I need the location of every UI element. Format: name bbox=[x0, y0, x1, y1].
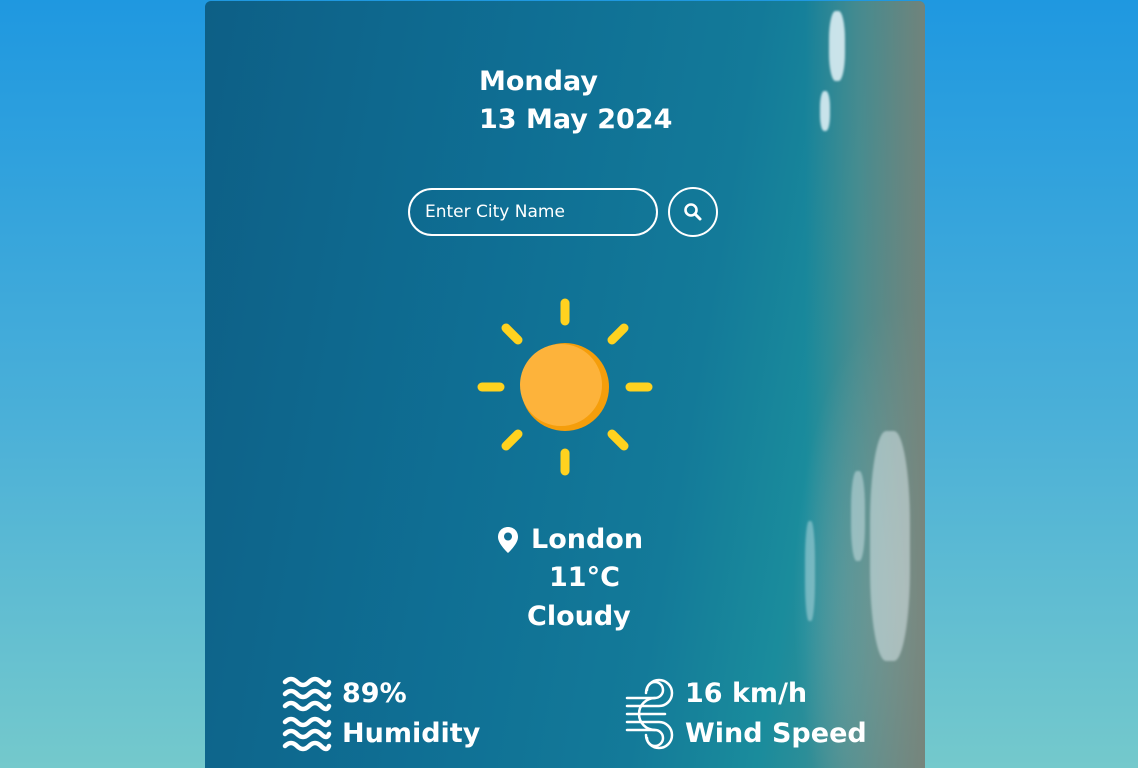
day-label: Monday bbox=[479, 66, 598, 97]
humidity-label: Humidity bbox=[342, 718, 481, 749]
foam-decoration bbox=[851, 471, 865, 561]
date-label: 13 May 2024 bbox=[479, 104, 673, 135]
wind-stat: 16 km/h Wind Speed bbox=[625, 674, 867, 754]
city-search-input[interactable] bbox=[408, 188, 658, 236]
city-name: London bbox=[531, 524, 644, 555]
sun-icon bbox=[477, 298, 653, 476]
wind-icon bbox=[625, 678, 674, 750]
weather-card: Monday 13 May 2024 Londo bbox=[205, 1, 925, 768]
search-bar bbox=[408, 187, 718, 237]
foam-decoration bbox=[829, 11, 845, 81]
search-icon bbox=[684, 203, 702, 221]
waves-icon bbox=[282, 676, 332, 752]
wind-label: Wind Speed bbox=[685, 718, 867, 749]
search-button[interactable] bbox=[668, 187, 718, 237]
humidity-value: 89% bbox=[342, 678, 407, 709]
foam-decoration bbox=[805, 521, 815, 621]
location: London bbox=[497, 524, 643, 555]
wind-value: 16 km/h bbox=[685, 678, 808, 709]
date-block: Monday 13 May 2024 bbox=[479, 63, 672, 139]
foam-decoration bbox=[870, 431, 910, 661]
weather-condition: Cloudy bbox=[527, 601, 631, 632]
foam-decoration bbox=[820, 91, 830, 131]
humidity-stat: 89% Humidity bbox=[282, 674, 480, 754]
temperature: 11°C bbox=[549, 562, 620, 593]
map-pin-icon bbox=[498, 526, 518, 553]
